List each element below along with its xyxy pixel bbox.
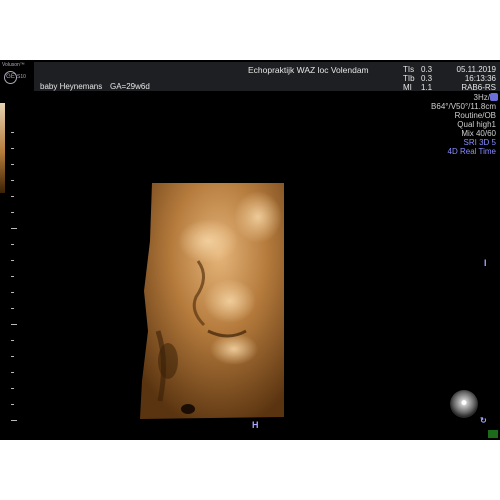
gestational-age: GA=29w6d [110, 82, 150, 91]
logo-brand: Voluson™ [2, 62, 25, 68]
probe-name: RAB6-RS [461, 83, 496, 92]
tis-value: 0.3 [421, 65, 433, 74]
preset: Routine/OB [454, 111, 496, 120]
ultrasound-screen: Voluson™ GE S10 Echopraktijk WAZ loc Vol… [0, 60, 500, 440]
mix: Mix 40/60 [461, 129, 496, 138]
tis-label: TIs [403, 65, 415, 74]
facility-name: Echopraktijk WAZ loc Volendam [248, 65, 369, 75]
gray-scale-bar [0, 103, 5, 193]
mi-label: MI [403, 83, 412, 92]
frame-rate-icon [490, 93, 498, 101]
quality: Qual high1 [457, 120, 496, 129]
rotation-arrow-icon[interactable]: ↻ [480, 416, 487, 425]
volume-angles: B64°/V50°/11.8cm [431, 102, 496, 111]
logo-model: S10 [17, 74, 26, 80]
status-indicator-icon [488, 430, 498, 438]
sri-setting: SRI 3D 5 [463, 138, 496, 147]
exam-time: 16:13:36 [464, 74, 496, 83]
right-cursor-icon[interactable]: I [484, 258, 487, 268]
patient-name: baby Heynemans [40, 82, 103, 91]
orientation-ball-icon[interactable] [450, 390, 478, 418]
frame-rate: 3Hz/ [473, 93, 490, 102]
mi-value: 1.1 [421, 83, 433, 92]
depth-scale [11, 132, 17, 432]
fetal-3d-render [140, 183, 284, 419]
voluson-logo: Voluson™ GE S10 [2, 62, 30, 90]
tib-value: 0.3 [421, 74, 433, 83]
render-mode: 4D Real Time [447, 147, 496, 156]
bottom-cursor-icon[interactable]: H [252, 420, 259, 430]
exam-date: 05.11.2019 [456, 65, 496, 74]
tib-label: TIb [403, 74, 415, 83]
ge-logo-icon: GE [4, 71, 17, 84]
